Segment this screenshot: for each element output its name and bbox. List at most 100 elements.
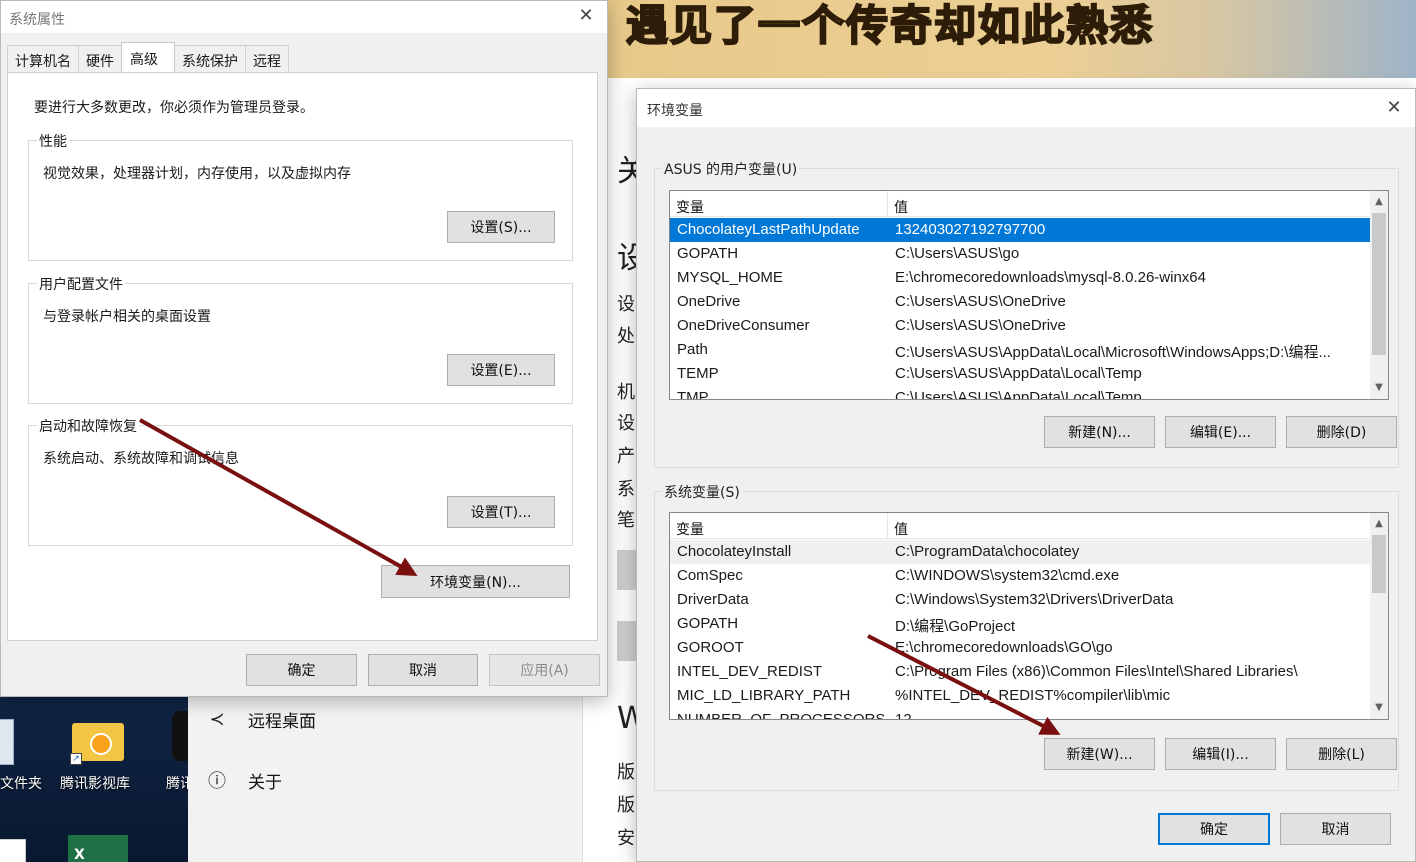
table-row[interactable]: GOROOT E:\chromecoredownloads\GO\go: [670, 636, 1370, 660]
nav-item-remote-desktop[interactable]: ≺ 远程桌面: [208, 707, 316, 732]
settings-text-fragment: 笔: [617, 510, 635, 531]
scroll-down-icon[interactable]: ▼: [1370, 699, 1388, 717]
group-description: 系统启动、系统故障和调试信息: [43, 451, 239, 467]
tab-strip: 计算机名 硬件 高级 系统保护 远程: [7, 42, 289, 73]
list-header: 变量 值: [670, 513, 1370, 539]
settings-text-fragment: 产: [617, 446, 635, 467]
dialog-title: 环境变量: [647, 103, 703, 119]
desktop-icon-label: 文件夹: [0, 776, 42, 792]
variable-name-cell: GOPATH: [677, 615, 739, 632]
remote-desktop-icon: ≺: [209, 709, 225, 730]
tab-advanced[interactable]: 高级: [121, 42, 175, 72]
excel-icon[interactable]: X: [68, 835, 128, 862]
apply-button[interactable]: 应用(A): [489, 654, 600, 686]
group-description: 与登录帐户相关的桌面设置: [43, 309, 211, 325]
settings-nav-pane: ≺ 远程桌面 ⓘ 关于: [188, 697, 583, 862]
shortcut-arrow-icon: ↗: [70, 753, 82, 765]
table-row[interactable]: NUMBER_OF_PROCESSORS 12: [670, 708, 1370, 720]
user-vars-label: ASUS 的用户变量(U): [662, 159, 800, 179]
variable-name-cell: ChocolateyInstall: [677, 543, 792, 560]
table-row[interactable]: OneDrive C:\Users\ASUS\OneDrive: [670, 290, 1370, 314]
table-row[interactable]: MYSQL_HOME E:\chromecoredownloads\mysql-8…: [670, 266, 1370, 290]
settings-text-fragment: 机: [617, 382, 635, 403]
table-row[interactable]: DriverData C:\Windows\System32\Drivers\Dr…: [670, 588, 1370, 612]
table-row[interactable]: GOPATH D:\编程\GoProject: [670, 612, 1370, 636]
variable-value-cell: C:\WINDOWS\system32\cmd.exe: [895, 567, 1120, 584]
folder-icon[interactable]: [0, 719, 14, 765]
table-row[interactable]: GOPATH C:\Users\ASUS\go: [670, 242, 1370, 266]
tab-hardware[interactable]: 硬件: [78, 45, 122, 72]
titlebar: 环境变量 ✕: [637, 89, 1415, 127]
variable-value-cell: C:\Users\ASUS\go: [895, 245, 1020, 262]
close-icon[interactable]: ✕: [575, 5, 597, 26]
document-icon[interactable]: [0, 839, 26, 862]
variable-value-cell: C:\Users\ASUS\AppData\Local\Microsoft\Wi…: [895, 344, 1331, 361]
qq-icon[interactable]: [172, 711, 188, 761]
variable-value-cell: E:\chromecoredownloads\GO\go: [895, 639, 1113, 656]
cancel-button[interactable]: 取消: [368, 654, 478, 686]
table-row[interactable]: ComSpec C:\WINDOWS\system32\cmd.exe: [670, 564, 1370, 588]
variable-name-cell: MIC_LD_LIBRARY_PATH: [677, 687, 851, 704]
column-header-value[interactable]: 值: [888, 513, 908, 539]
variable-name-cell: MYSQL_HOME: [677, 269, 783, 286]
environment-variables-button[interactable]: 环境变量(N)...: [381, 565, 570, 598]
vertical-scrollbar[interactable]: ▲ ▼: [1370, 191, 1388, 399]
user-delete-button[interactable]: 删除(D): [1286, 416, 1397, 448]
variable-name-cell: TMP: [677, 389, 709, 400]
tab-remote[interactable]: 远程: [245, 45, 289, 72]
about-icon: ⓘ: [208, 771, 226, 792]
table-row[interactable]: OneDriveConsumer C:\Users\ASUS\OneDrive: [670, 314, 1370, 338]
system-vars-list[interactable]: 变量 值 ▲ ▼ ChocolateyInstall C:\ProgramData…: [669, 512, 1389, 720]
table-row[interactable]: ChocolateyLastPathUpdate 1324030271927977…: [670, 218, 1370, 242]
tab-computer-name[interactable]: 计算机名: [7, 45, 79, 72]
close-icon[interactable]: ✕: [1383, 97, 1405, 118]
tab-system-protection[interactable]: 系统保护: [174, 45, 246, 72]
system-new-button[interactable]: 新建(W)...: [1044, 738, 1155, 770]
nav-label: 远程桌面: [248, 712, 316, 732]
user-new-button[interactable]: 新建(N)...: [1044, 416, 1155, 448]
variable-value-cell: 132403027192797700: [895, 221, 1046, 238]
table-row[interactable]: TEMP C:\Users\ASUS\AppData\Local\Temp: [670, 362, 1370, 386]
variable-value-cell: %INTEL_DEV_REDIST%compiler\lib\mic: [895, 687, 1171, 704]
performance-settings-button[interactable]: 设置(S)...: [447, 211, 555, 243]
table-row[interactable]: ChocolateyInstall C:\ProgramData\chocolat…: [670, 540, 1370, 564]
table-row[interactable]: TMP C:\Users\ASUS\AppData\Local\Temp: [670, 386, 1370, 400]
startup-recovery-settings-button[interactable]: 设置(T)...: [447, 496, 555, 528]
scroll-up-icon[interactable]: ▲: [1370, 515, 1388, 533]
dialog-title: 系统属性: [9, 12, 65, 28]
scroll-down-icon[interactable]: ▼: [1370, 379, 1388, 397]
scroll-thumb[interactable]: [1372, 213, 1386, 355]
settings-text-fragment: 版: [617, 762, 635, 783]
user-edit-button[interactable]: 编辑(E)...: [1165, 416, 1276, 448]
system-edit-button[interactable]: 编辑(I)...: [1165, 738, 1276, 770]
table-row[interactable]: INTEL_DEV_REDIST C:\Program Files (x86)\C…: [670, 660, 1370, 684]
variable-value-cell: C:\Windows\System32\Drivers\DriverData: [895, 591, 1174, 608]
ok-button[interactable]: 确定: [246, 654, 357, 686]
settings-text-fragment: 设: [617, 294, 635, 315]
desktop-icon-label: 腾讯: [166, 776, 188, 792]
list-header: 变量 值: [670, 191, 1370, 217]
desktop: 文件夹 ↗ 腾讯影视库 腾讯 X: [0, 697, 188, 862]
variable-value-cell: C:\Users\ASUS\AppData\Local\Temp: [895, 365, 1142, 382]
variable-name-cell: ChocolateyLastPathUpdate: [677, 221, 860, 238]
table-row[interactable]: MIC_LD_LIBRARY_PATH %INTEL_DEV_REDIST%com…: [670, 684, 1370, 708]
scroll-thumb[interactable]: [1372, 535, 1386, 593]
user-vars-list[interactable]: 变量 值 ▲ ▼ ChocolateyLastPathUpdate 1324030…: [669, 190, 1389, 400]
variable-name-cell: ComSpec: [677, 567, 743, 584]
group-title: 启动和故障恢复: [37, 416, 139, 436]
column-header-variable[interactable]: 变量: [670, 191, 888, 217]
user-profiles-settings-button[interactable]: 设置(E)...: [447, 354, 555, 386]
scroll-up-icon[interactable]: ▲: [1370, 193, 1388, 211]
nav-item-about[interactable]: ⓘ 关于: [208, 767, 282, 793]
table-row[interactable]: Path C:\Users\ASUS\AppData\Local\Microsof…: [670, 338, 1370, 362]
variable-value-cell: 12: [895, 711, 912, 720]
cancel-button[interactable]: 取消: [1280, 813, 1391, 845]
vertical-scrollbar[interactable]: ▲ ▼: [1370, 513, 1388, 719]
variable-name-cell: TEMP: [677, 365, 719, 382]
column-header-variable[interactable]: 变量: [670, 513, 888, 539]
column-header-value[interactable]: 值: [888, 191, 908, 217]
ok-button[interactable]: 确定: [1158, 813, 1270, 845]
system-delete-button[interactable]: 删除(L): [1286, 738, 1397, 770]
banner-text: 遇见了一个传奇却如此熟悉: [625, 0, 1155, 51]
variable-name-cell: OneDriveConsumer: [677, 317, 810, 334]
